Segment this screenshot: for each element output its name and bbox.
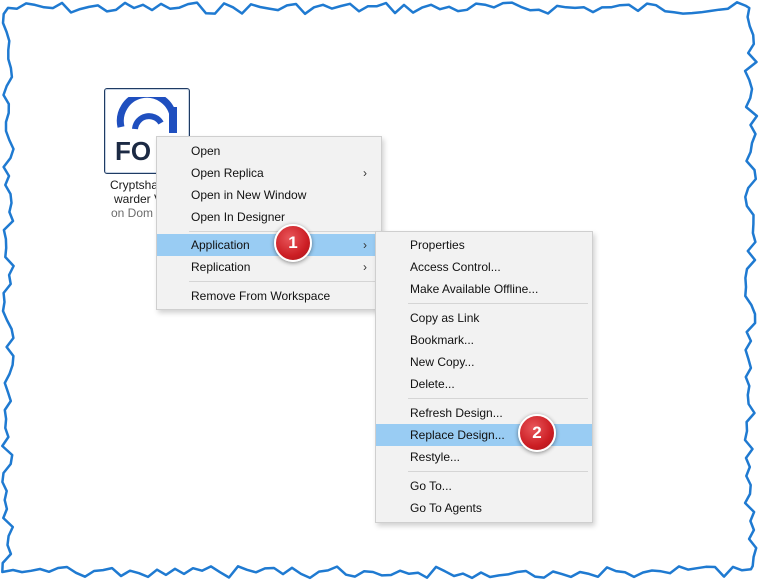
- submenu-item-copy-as-link[interactable]: Copy as Link: [376, 307, 592, 329]
- submenu-item-go-to[interactable]: Go To...: [376, 475, 592, 497]
- logo-text: FO: [115, 136, 151, 165]
- submenu-item-delete[interactable]: Delete...: [376, 373, 592, 395]
- submenu-item-access-control[interactable]: Access Control...: [376, 256, 592, 278]
- step-badge-1: 1: [274, 224, 312, 262]
- menu-item-open-in-designer[interactable]: Open In Designer: [157, 206, 381, 228]
- menu-item-replication[interactable]: Replication ›: [157, 256, 381, 278]
- menu-item-label: Replication: [191, 260, 251, 274]
- submenu-item-label: Properties: [410, 238, 465, 252]
- application-submenu: Properties Access Control... Make Availa…: [375, 231, 593, 523]
- menu-separator: [408, 303, 588, 304]
- menu-item-remove-from-workspace[interactable]: Remove From Workspace: [157, 285, 381, 307]
- menu-item-label: Open: [191, 144, 221, 158]
- menu-item-label: Remove From Workspace: [191, 289, 331, 303]
- submenu-item-new-copy[interactable]: New Copy...: [376, 351, 592, 373]
- menu-separator: [408, 398, 588, 399]
- menu-item-open-new-window[interactable]: Open in New Window: [157, 184, 381, 206]
- submenu-item-label: Bookmark...: [410, 333, 475, 347]
- menu-separator: [408, 471, 588, 472]
- submenu-item-label: Delete...: [410, 377, 455, 391]
- submenu-item-label: New Copy...: [410, 355, 475, 369]
- menu-item-application[interactable]: Application ›: [157, 234, 381, 256]
- context-menu: Open Open Replica › Open in New Window O…: [156, 136, 382, 310]
- submenu-item-bookmark[interactable]: Bookmark...: [376, 329, 592, 351]
- submenu-item-restyle[interactable]: Restyle...: [376, 446, 592, 468]
- submenu-item-label: Go To...: [410, 479, 452, 493]
- submenu-item-label: Replace Design...: [410, 428, 505, 442]
- chevron-right-icon: ›: [363, 166, 367, 180]
- submenu-item-label: Make Available Offline...: [410, 282, 539, 296]
- submenu-item-properties[interactable]: Properties: [376, 234, 592, 256]
- submenu-item-refresh-design[interactable]: Refresh Design...: [376, 402, 592, 424]
- submenu-item-label: Access Control...: [410, 260, 501, 274]
- submenu-item-label: Go To Agents: [410, 501, 482, 515]
- submenu-item-label: Restyle...: [410, 450, 461, 464]
- submenu-item-label: Refresh Design...: [410, 406, 503, 420]
- chevron-right-icon: ›: [363, 238, 367, 252]
- menu-item-label: Open Replica: [191, 166, 264, 180]
- submenu-item-label: Copy as Link: [410, 311, 480, 325]
- menu-item-label: Application: [191, 238, 250, 252]
- menu-item-open[interactable]: Open: [157, 140, 381, 162]
- submenu-item-go-to-agents[interactable]: Go To Agents: [376, 497, 592, 519]
- submenu-item-replace-design[interactable]: Replace Design...: [376, 424, 592, 446]
- menu-item-label: Open in New Window: [191, 188, 307, 202]
- step-badge-2: 2: [518, 414, 556, 452]
- chevron-right-icon: ›: [363, 260, 367, 274]
- menu-item-open-replica[interactable]: Open Replica ›: [157, 162, 381, 184]
- menu-item-label: Open In Designer: [191, 210, 286, 224]
- menu-separator: [189, 281, 377, 282]
- submenu-item-make-available-offline[interactable]: Make Available Offline...: [376, 278, 592, 300]
